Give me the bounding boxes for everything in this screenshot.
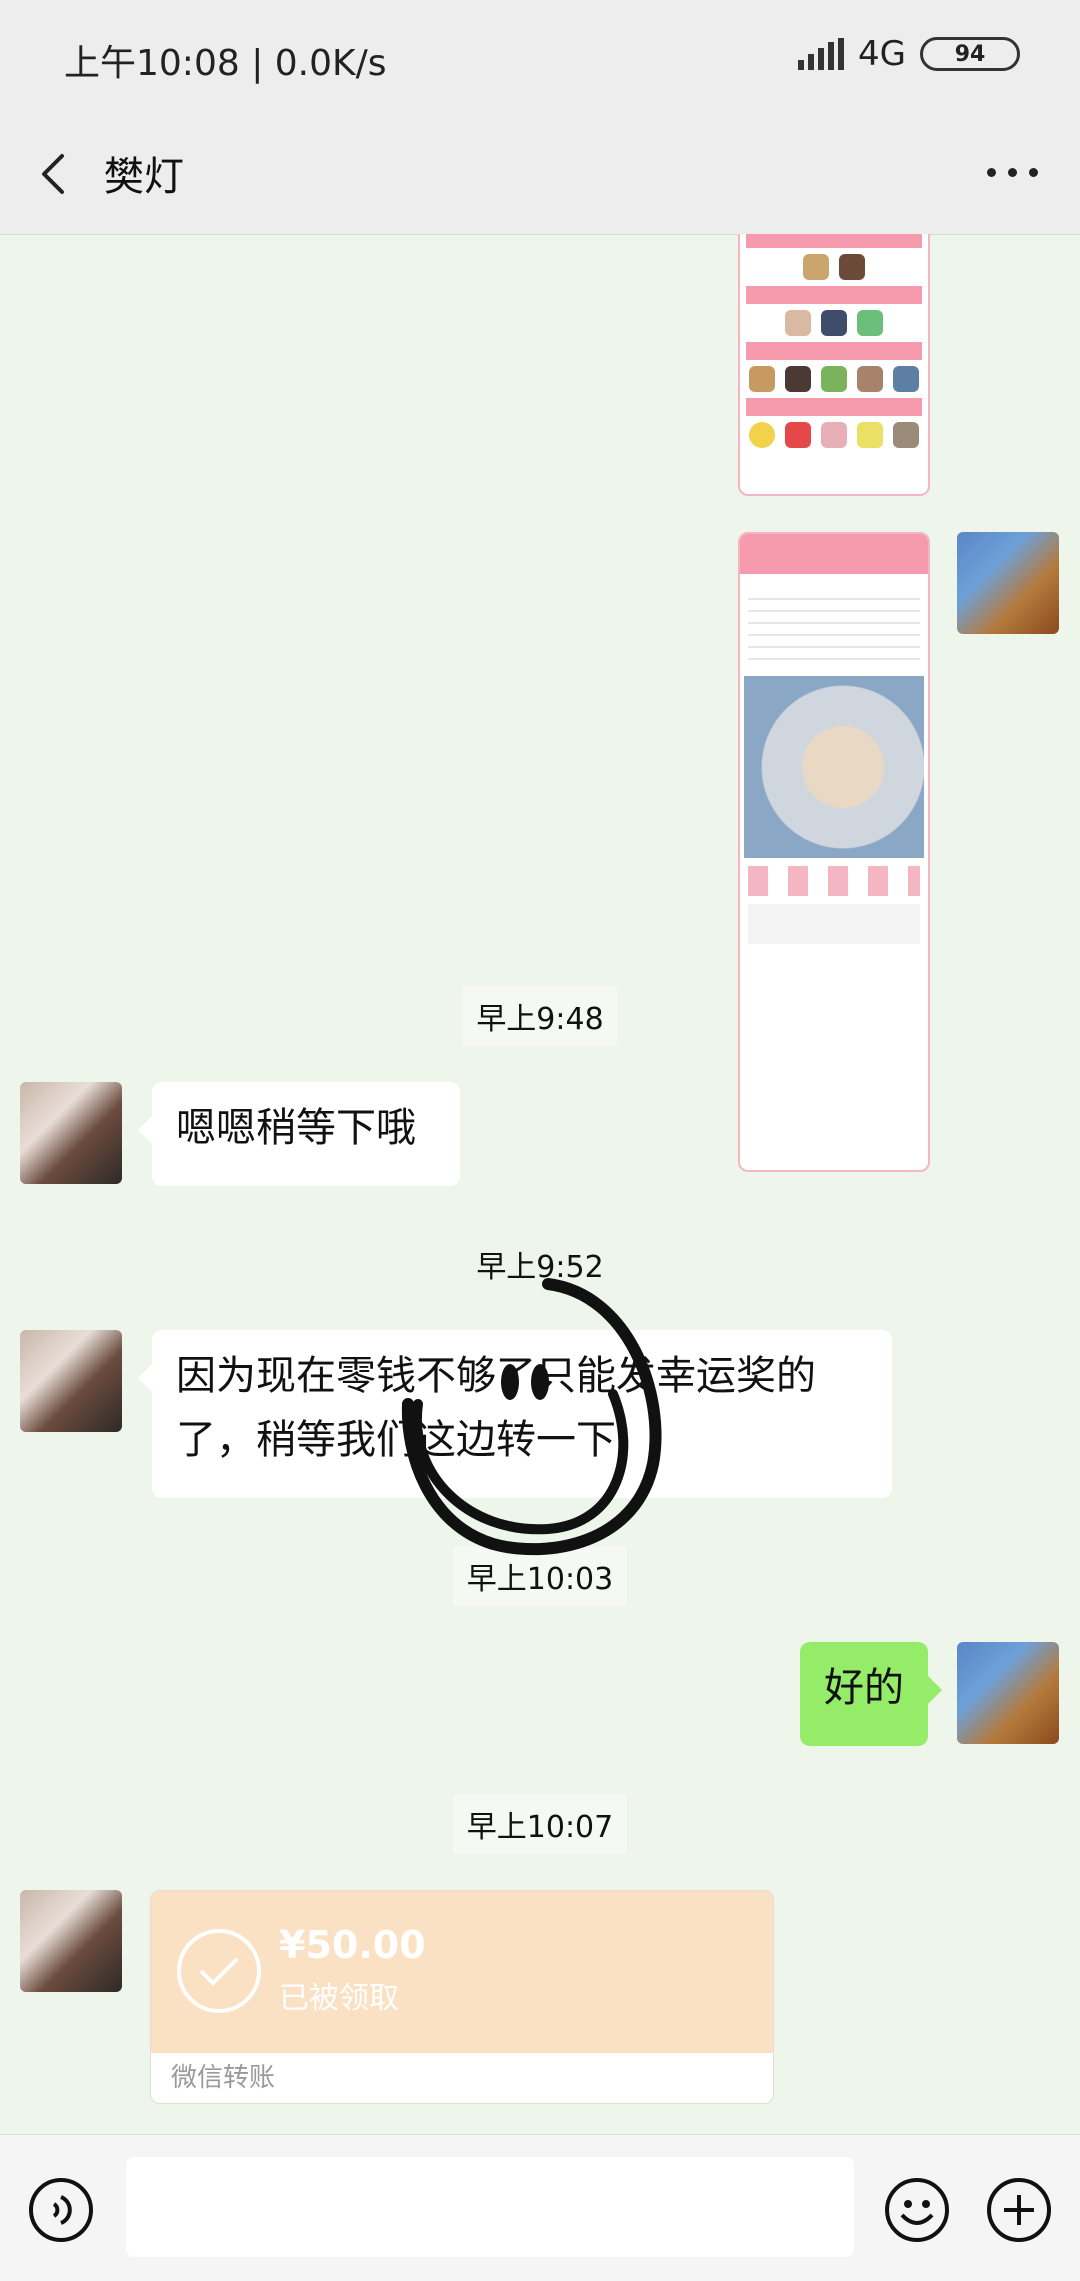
avatar-me[interactable] [957,532,1059,634]
timestamp: 早上10:07 [452,1794,628,1854]
chat-header: 樊灯 [0,116,1080,235]
avatar-contact[interactable] [20,1330,122,1432]
status-bar: 上午10:08 | 0.0K/s 4G 94 [0,0,1080,116]
chat-area[interactable]: 早上9:48 嗯嗯稍等下哦 早上9:52 因为现在零钱不够了只能发幸运奖的了，稍… [0,234,1080,2134]
plus-icon [987,2178,1051,2242]
message-bubble-sent[interactable]: 好的 [800,1642,942,1746]
transfer-amount: ¥50.00 [279,1923,426,1967]
baby-photo [744,676,924,858]
message-bubble[interactable]: 因为现在零钱不够了只能发幸运奖的了，稍等我们这边转一下 [138,1330,892,1498]
transfer-card[interactable]: ¥50.00 已被领取 微信转账 [150,1890,774,2104]
emoji-icon [885,2178,949,2242]
avatar-me[interactable] [957,1642,1059,1744]
shared-image-2[interactable] [738,532,930,1172]
status-left: 上午10:08 | 0.0K/s [64,43,387,84]
timestamp: 早上9:52 [476,1250,604,1285]
plus-button[interactable] [986,2177,1052,2243]
input-bar [0,2134,1080,2281]
timestamp: 早上9:48 [462,986,618,1046]
more-button[interactable] [987,168,1038,177]
message-input[interactable] [126,2157,854,2257]
voice-icon [29,2178,93,2242]
more-icon [987,168,996,177]
check-icon [177,1929,261,2013]
battery-level: 94 [954,41,986,67]
avatar-contact[interactable] [20,1890,122,1992]
signal-icon [798,38,845,70]
chat-title: 樊灯 [104,154,184,200]
timestamp: 早上10:03 [452,1546,628,1606]
message-bubble[interactable]: 嗯嗯稍等下哦 [138,1082,460,1186]
status-time: 上午10:08 [64,43,240,84]
transfer-footer: 微信转账 [151,2053,773,2103]
status-speed: 0.0K/s [274,43,387,84]
back-icon [42,154,64,194]
back-button[interactable] [28,146,84,202]
emoji-button[interactable] [884,2177,950,2243]
transfer-status: 已被领取 [279,1981,399,2016]
battery-icon: 94 [920,37,1020,71]
avatar-contact[interactable] [20,1082,122,1184]
shared-image-1[interactable] [738,234,930,496]
status-right: 4G 94 [798,34,1020,74]
network-type: 4G [858,34,906,74]
voice-button[interactable] [28,2177,94,2243]
